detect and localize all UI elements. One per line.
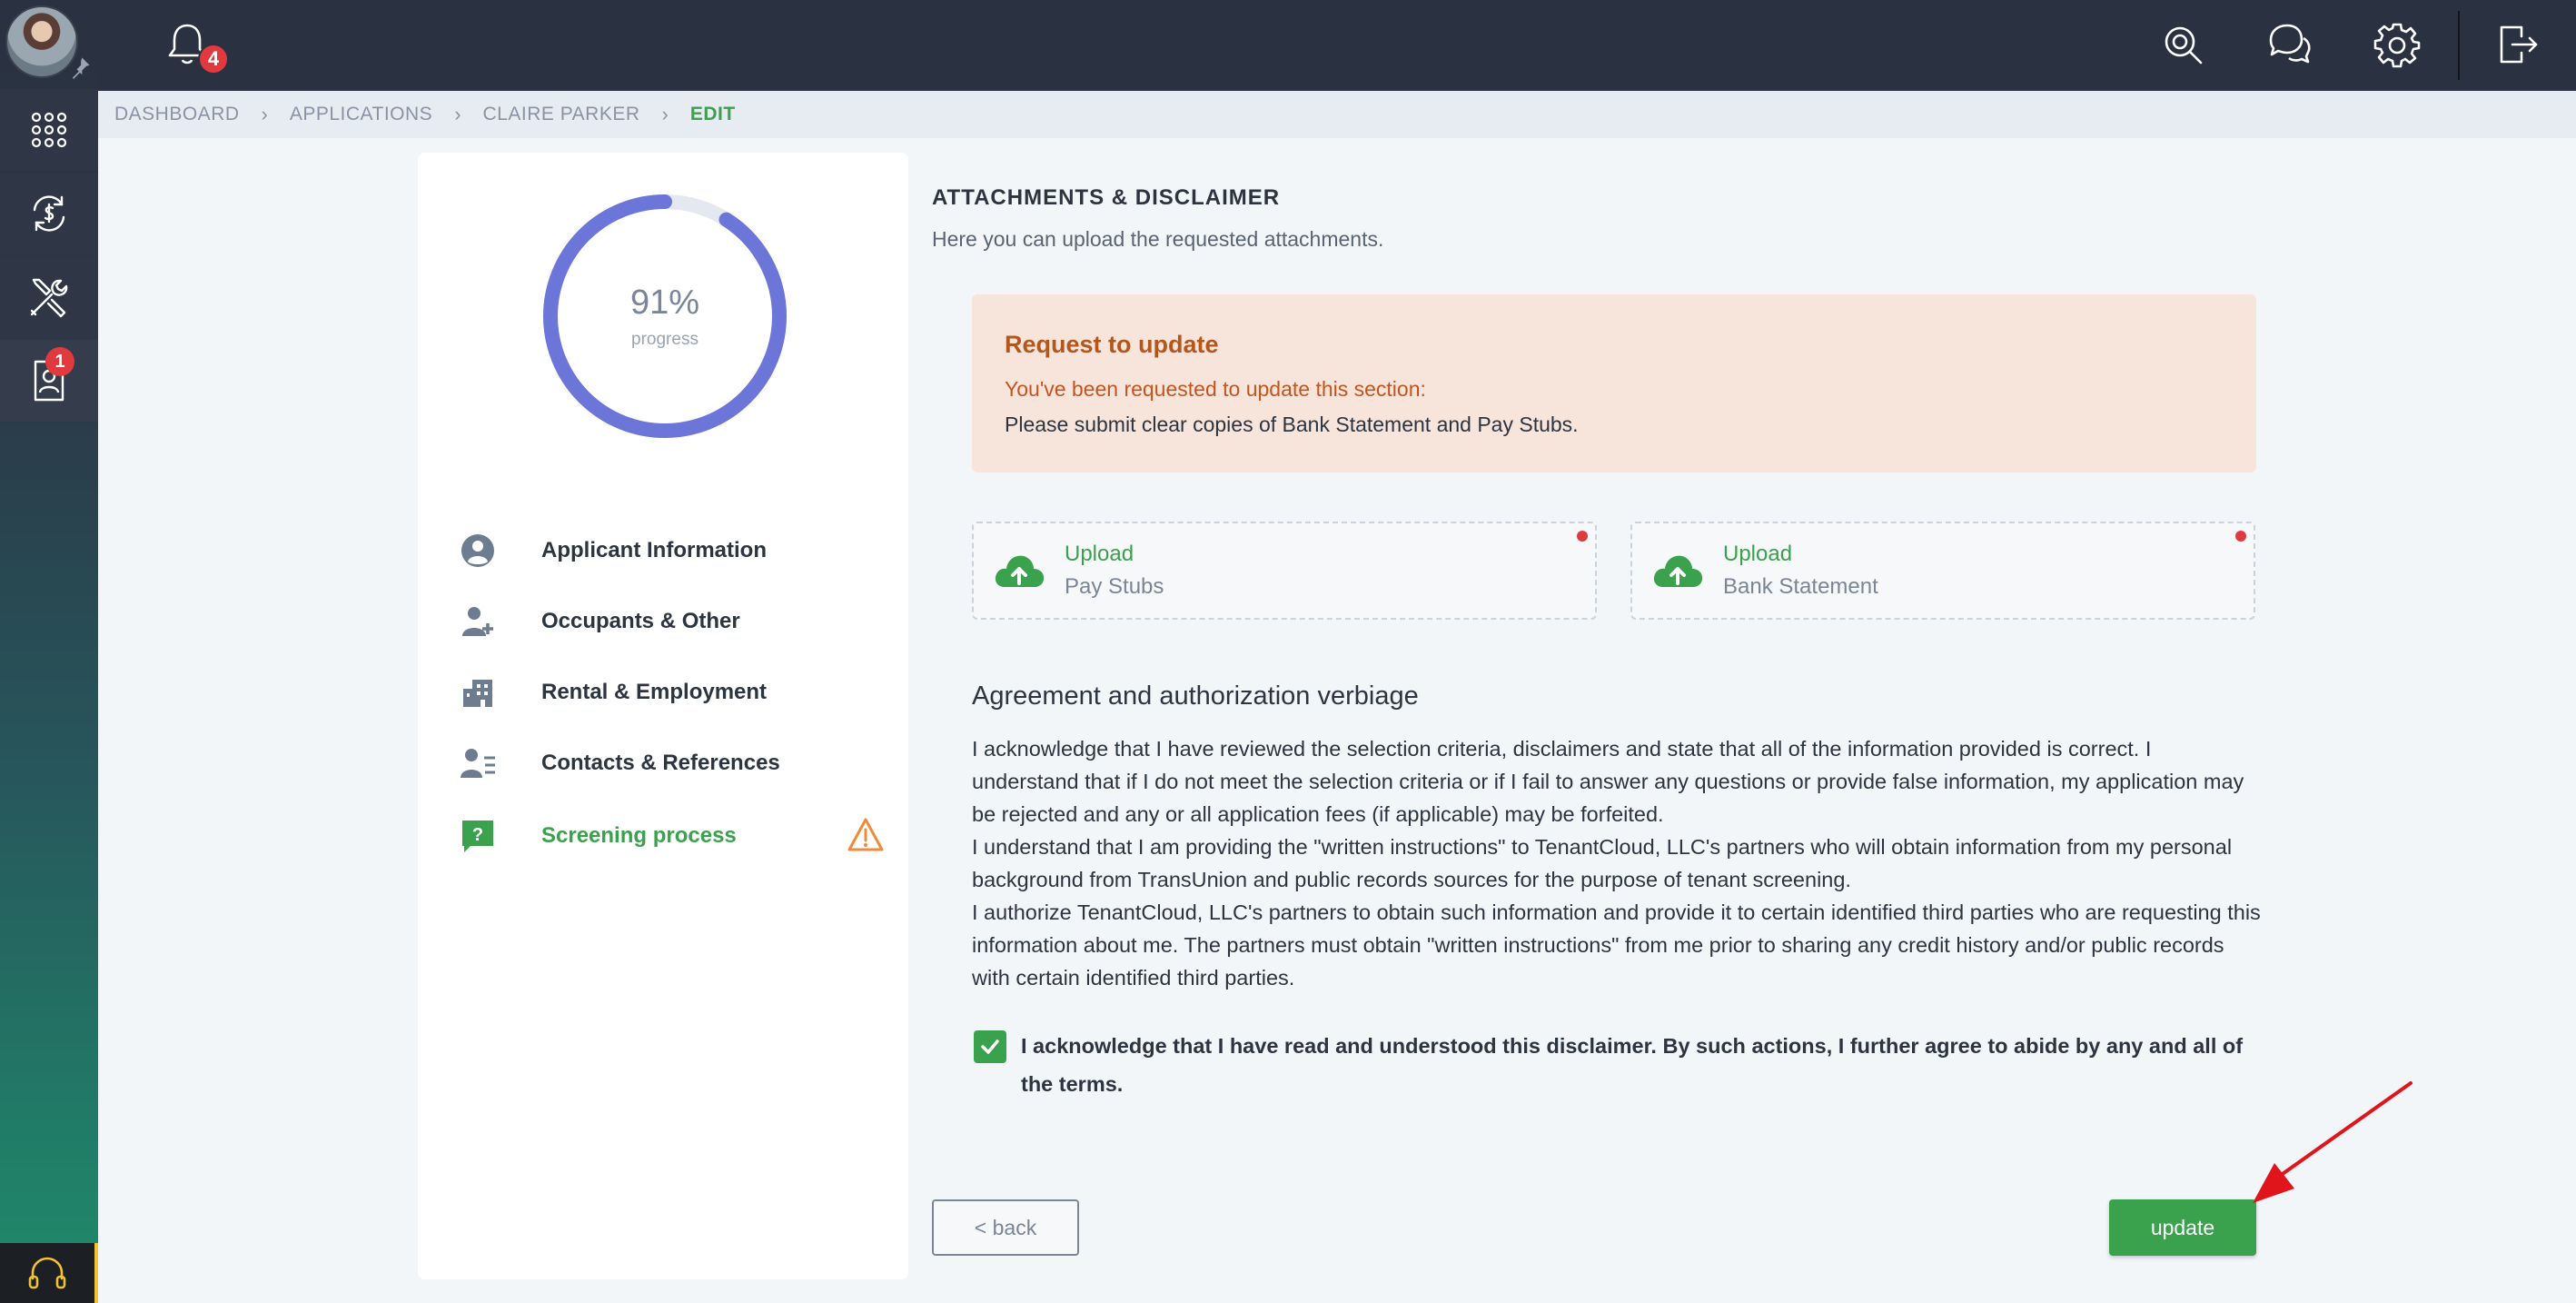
upload-pay-stubs[interactable]: Upload Pay Stubs xyxy=(972,522,1597,620)
svg-text:?: ? xyxy=(472,825,483,845)
update-button[interactable]: update xyxy=(2109,1199,2256,1256)
support-button[interactable] xyxy=(0,1243,98,1303)
step-contacts-references[interactable]: Contacts & References xyxy=(458,736,885,791)
money-exchange-icon xyxy=(33,195,65,232)
alert-message: You've been requested to update this sec… xyxy=(1005,377,1426,401)
pin-icon[interactable] xyxy=(67,55,93,80)
settings-icon xyxy=(2373,23,2421,68)
building-icon xyxy=(458,672,498,712)
topbar-divider xyxy=(2458,11,2460,80)
step-rental-employment[interactable]: Rental & Employment xyxy=(458,665,885,720)
sidebar-item-apps[interactable] xyxy=(0,89,98,171)
chevron-right-icon: › xyxy=(261,103,268,125)
update-request-alert: Request to update You've been requested … xyxy=(972,294,2256,472)
search-button[interactable] xyxy=(2156,18,2209,71)
required-indicator xyxy=(2235,531,2246,542)
upload-bank-statement[interactable]: Upload Bank Statement xyxy=(1630,522,2255,620)
warning-icon xyxy=(847,818,884,851)
steps-panel: 91% progress Applicant Information Occup… xyxy=(418,153,908,1279)
upload-title: Upload xyxy=(1065,542,1134,566)
progress-caption: progress xyxy=(631,329,698,349)
step-screening-process[interactable]: ? Screening process xyxy=(458,809,885,863)
upload-title: Upload xyxy=(1723,542,1793,566)
step-occupants[interactable]: Occupants & Other xyxy=(458,594,885,649)
upload-subtitle: Bank Statement xyxy=(1723,574,1878,599)
step-label: Contacts & References xyxy=(541,751,780,775)
search-icon xyxy=(2165,26,2203,65)
contacts-list-icon xyxy=(458,743,498,783)
alert-title: Request to update xyxy=(1005,331,1219,358)
breadcrumb-dashboard[interactable]: DASHBOARD xyxy=(114,104,240,125)
question-chat-icon: ? xyxy=(458,816,498,856)
back-button[interactable]: < back xyxy=(932,1199,1079,1256)
chat-icon xyxy=(2269,24,2311,64)
checkmark-icon xyxy=(981,1039,999,1054)
logout-icon xyxy=(2500,25,2538,64)
step-applicant-information[interactable]: Applicant Information xyxy=(458,523,885,578)
agreement-title: Agreement and authorization verbiage xyxy=(972,681,1419,711)
breadcrumb-applicant[interactable]: CLAIRE PARKER xyxy=(483,104,640,125)
section-title: ATTACHMENTS & DISCLAIMER xyxy=(932,185,1281,210)
breadcrumb-applications[interactable]: APPLICATIONS xyxy=(290,104,432,125)
agreement-text: I acknowledge that I have reviewed the s… xyxy=(972,732,2262,994)
sidebar: 1 xyxy=(0,0,98,1303)
section-subtitle: Here you can upload the requested attach… xyxy=(932,227,1384,251)
cloud-upload-icon xyxy=(1653,555,1703,587)
step-label: Screening process xyxy=(541,823,737,848)
top-bar: 4 xyxy=(98,0,2576,91)
step-label: Rental & Employment xyxy=(541,680,768,704)
chevron-right-icon: › xyxy=(661,103,669,125)
tools-icon xyxy=(30,278,68,318)
applications-badge: 1 xyxy=(45,347,74,376)
sidebar-item-applications[interactable]: 1 xyxy=(0,340,98,422)
sidebar-item-tools[interactable] xyxy=(0,256,98,338)
agreement-paragraph: I acknowledge that I have reviewed the s… xyxy=(972,737,2244,826)
upload-subtitle: Pay Stubs xyxy=(1065,574,1164,599)
acknowledge-checkbox[interactable] xyxy=(974,1030,1006,1063)
agreement-paragraph: I authorize TenantCloud, LLC's partners … xyxy=(972,900,2261,990)
add-user-icon xyxy=(458,602,498,642)
headset-icon xyxy=(28,1257,66,1289)
agreement-paragraph: I understand that I am providing the "wr… xyxy=(972,835,2233,891)
chat-button[interactable] xyxy=(2264,18,2316,71)
breadcrumb: DASHBOARD › APPLICATIONS › CLAIRE PARKER… xyxy=(98,91,2576,138)
cloud-upload-icon xyxy=(995,555,1045,587)
logout-button[interactable] xyxy=(2491,18,2543,71)
red-arrow-annotation xyxy=(2253,1081,2413,1203)
progress-label: 91% progress xyxy=(541,193,788,440)
required-indicator xyxy=(1577,531,1588,542)
breadcrumb-current: EDIT xyxy=(689,104,736,124)
sidebar-item-finance[interactable] xyxy=(0,173,98,254)
progress-percent: 91% xyxy=(629,283,700,322)
chevron-right-icon: › xyxy=(454,103,461,125)
step-label: Occupants & Other xyxy=(541,609,740,633)
user-circle-icon xyxy=(458,531,498,571)
apps-grid-icon xyxy=(31,112,67,148)
acknowledge-label: I acknowledge that I have read and under… xyxy=(1021,1034,2244,1096)
step-label: Applicant Information xyxy=(541,538,767,562)
settings-button[interactable] xyxy=(2371,18,2423,71)
notification-badge: 4 xyxy=(198,44,229,75)
alert-detail: Please submit clear copies of Bank State… xyxy=(1005,413,1579,436)
